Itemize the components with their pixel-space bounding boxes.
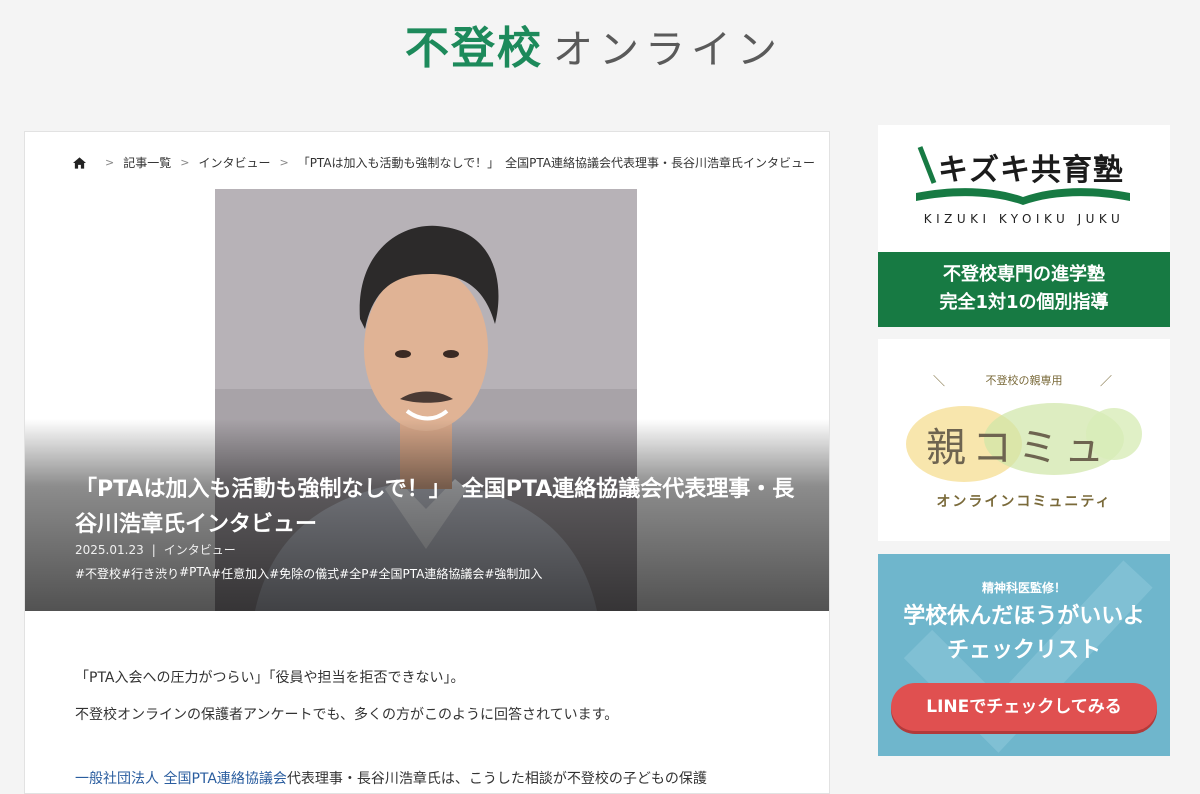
kizuki-ad-banner[interactable]: キズキ共育塾 KIZUKI KYOIKU JUKU 不登校専門の進学塾 完全1対… (878, 125, 1170, 327)
kizuki-logo: キズキ共育塾 KIZUKI KYOIKU JUKU (878, 125, 1170, 252)
kizuki-tagline: 不登校専門の進学塾 完全1対1の個別指導 (878, 252, 1170, 327)
oyakomyu-subtitle: オンラインコミュニティ (936, 494, 1112, 510)
logo-main-text: 不登校 (405, 23, 543, 74)
chevron-right-icon: > (105, 156, 115, 169)
kizuki-name: キズキ共育塾 (938, 153, 1124, 188)
line-check-button[interactable]: LINEでチェックしてみる (891, 683, 1157, 731)
tag-item[interactable]: #不登校 (75, 565, 121, 582)
breadcrumb: > 記事一覧 > インタビュー > 「PTAは加入も活動も強制なしで！」 全国P… (73, 154, 815, 171)
tag-list: #不登校 #行き渋り #PTA #任意加入 #免除の儀式 #全P #全国PTA連… (75, 565, 542, 582)
site-header: 不登校 オンライン (0, 0, 1200, 90)
oyakomyu-title: 親コミュ (926, 425, 1110, 471)
article-paragraph: 一般社団法人 全国PTA連絡協議会代表理事・長谷川浩章氏は、こうした相談が不登校… (75, 769, 795, 789)
tag-item[interactable]: #任意加入 (211, 565, 269, 582)
breadcrumb-item-interview[interactable]: インタビュー (198, 154, 270, 171)
article-date: 2025.01.23 (75, 543, 144, 557)
article-card: > 記事一覧 > インタビュー > 「PTAは加入も活動も強制なしで！」 全国P… (24, 131, 830, 794)
breadcrumb-item-articles[interactable]: 記事一覧 (123, 154, 171, 171)
hero-banner: 「PTAは加入も活動も強制なしで！」 全国PTA連絡協議会代表理事・長谷川浩章氏… (25, 189, 829, 611)
tag-item[interactable]: #全国PTA連絡協議会 (368, 565, 484, 582)
organization-link[interactable]: 一般社団法人 全国PTA連絡協議会 (75, 771, 287, 787)
kizuki-line-2: 完全1対1の個別指導 (939, 292, 1109, 313)
article-meta: 2025.01.23 | インタビュー (75, 541, 236, 558)
breadcrumb-current: 「PTAは加入も活動も強制なしで！」 全国PTA連絡協議会代表理事・長谷川浩章氏… (297, 156, 816, 170)
article-category[interactable]: インタビュー (164, 543, 236, 557)
checklist-title: 学校休んだほうがいいよ チェックリスト (878, 600, 1170, 668)
oyakomyu-ad-banner[interactable]: ＼ ／ 不登校の親専用 親コミュ オンラインコミュニティ (878, 339, 1170, 541)
checklist-supervised: 精神科医監修！ (981, 581, 1066, 595)
article-body: 「PTA入会への圧力がつらい」「役員や担当を拒否できない」。 不登校オンラインの… (75, 668, 795, 793)
meta-separator: | (151, 543, 156, 557)
paragraph-text: 代表理事・長谷川浩章氏は、こうした相談が不登校の子どもの保護 (286, 771, 707, 787)
tag-item[interactable]: #免除の儀式 (269, 565, 339, 582)
article-title: 「PTAは加入も活動も強制なしで！」 全国PTA連絡協議会代表理事・長谷川浩章氏… (75, 477, 795, 537)
site-logo[interactable]: 不登校 オンライン (405, 12, 783, 76)
tag-item[interactable]: #行き渋り (121, 565, 179, 582)
chevron-right-icon: > (279, 156, 289, 169)
home-icon[interactable] (73, 156, 86, 169)
oyakomyu-top-text: 不登校の親専用 (985, 374, 1063, 387)
kizuki-line-1: 不登校専門の進学塾 (943, 264, 1105, 285)
article-paragraph: 「PTA入会への圧力がつらい」「役員や担当を拒否できない」。 (75, 670, 465, 686)
checklist-line-1: 学校休んだほうがいいよ (903, 604, 1145, 629)
tag-item[interactable]: #強制加入 (484, 565, 542, 582)
checklist-line-2: チェックリスト (946, 638, 1101, 663)
tag-item[interactable]: #全P (339, 565, 368, 582)
tag-item[interactable]: #PTA (179, 565, 211, 582)
article-paragraph: 不登校オンラインの保護者アンケートでも、多くの方がこのように回答されています。 (75, 707, 619, 723)
kizuki-roman: KIZUKI KYOIKU JUKU (923, 212, 1125, 226)
checklist-ad-banner[interactable]: 精神科医監修！ 学校休んだほうがいいよ チェックリスト LINEでチェックしてみ… (878, 554, 1170, 756)
logo-sub-text: オンライン (553, 27, 783, 73)
chevron-right-icon: > (180, 156, 190, 169)
